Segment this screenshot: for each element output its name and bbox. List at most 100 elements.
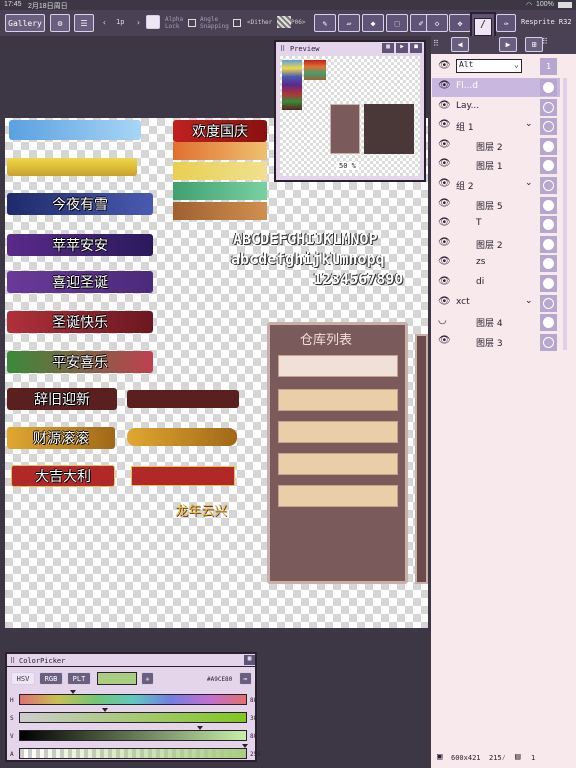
layer-thumbnail — [540, 275, 557, 292]
dither-pattern-icon — [277, 16, 291, 28]
onion-skin-icon[interactable] — [146, 15, 160, 29]
layer-row[interactable]: 👁 图层 5 — [432, 196, 560, 215]
layer-name: xct — [456, 296, 470, 307]
add-layer-icon[interactable]: ⊞ — [525, 37, 543, 52]
layer-thumbnail — [540, 137, 557, 155]
wifi-icon: ◠ — [526, 2, 533, 9]
chevron-down-icon[interactable]: ⌄ — [525, 296, 533, 306]
yellow-banner — [173, 162, 267, 180]
layer-prev-icon[interactable]: ◀ — [451, 37, 469, 52]
saturation-slider[interactable] — [19, 712, 247, 723]
chevron-down-icon[interactable]: ⌄ — [525, 119, 533, 129]
eraser-icon[interactable]: ▱ — [338, 14, 360, 32]
layer-row[interactable]: 👁 组 1 ⌄ — [432, 117, 560, 136]
layer-name: zs — [476, 257, 486, 268]
preview-grip-icon[interactable]: ⠿ — [280, 45, 285, 53]
layer-opacity[interactable]: 1 — [540, 58, 557, 75]
banner-luck: 大吉大利 — [11, 465, 115, 487]
preview-thumbnail — [280, 56, 420, 176]
hex-value[interactable]: #A9CE80 — [207, 676, 232, 683]
eye-icon[interactable]: 👁 — [438, 217, 451, 228]
tab-rgb[interactable]: RGB — [39, 672, 63, 685]
preview-close-icon[interactable]: ■ — [410, 43, 422, 53]
frame-prev-icon[interactable]: ‹ — [102, 18, 107, 27]
layer-row[interactable]: 👁 图层 1 — [432, 156, 560, 175]
adjust-sliders-icon[interactable]: ☰ — [74, 14, 94, 32]
hue-slider[interactable] — [19, 694, 247, 705]
colorpicker-grid-icon[interactable]: ▦ — [244, 655, 255, 665]
value-slider[interactable] — [19, 730, 247, 741]
dither-next[interactable]: P06> — [291, 19, 305, 26]
tab-plt[interactable]: PLT — [67, 672, 91, 685]
chevron-down-icon[interactable]: ⌄ — [514, 60, 519, 69]
preview-zoom[interactable]: 50 % — [336, 162, 359, 170]
preview-grid-icon[interactable]: ▦ — [382, 43, 394, 53]
layers-menu-grip-icon[interactable]: ⠿ — [542, 37, 548, 46]
alpha-lock-checkbox[interactable] — [188, 19, 196, 27]
pencil-icon[interactable]: ✎ — [314, 14, 336, 32]
tab-hsv[interactable]: HSV — [11, 672, 35, 685]
banner-pingan: 苹苹安安 — [7, 234, 153, 256]
layers-grip-icon[interactable]: ⠿ — [433, 39, 439, 48]
frame-next-icon[interactable]: › — [136, 18, 141, 27]
eye-icon[interactable]: 👁 — [438, 178, 451, 189]
eye-icon[interactable]: 👁 — [438, 100, 451, 111]
slider-marker[interactable] — [70, 690, 77, 694]
warehouse-slot — [278, 453, 398, 475]
layer-row[interactable]: 👁 Fl...d — [432, 78, 560, 97]
eye-closed-icon[interactable]: ◡ — [438, 315, 447, 326]
layers-scrollbar[interactable] — [563, 78, 567, 350]
eye-icon[interactable]: 👁 — [438, 335, 451, 346]
layer-row[interactable]: 👁 di — [432, 274, 560, 293]
dark-red-banner — [127, 390, 239, 408]
chevron-down-icon[interactable]: ⌄ — [525, 178, 533, 188]
color-add-icon[interactable]: ✳ — [141, 672, 154, 685]
fill-icon[interactable]: ◆ — [362, 14, 384, 32]
slider-value-s: 38 — [250, 715, 258, 722]
eye-icon[interactable]: 👁 — [438, 276, 451, 287]
layer-next-icon[interactable]: ▶ — [499, 37, 517, 52]
layer-row[interactable]: 👁 T — [432, 215, 560, 234]
bucket-icon[interactable]: ◇ — [426, 14, 448, 32]
eye-icon[interactable]: 👁 — [438, 60, 451, 71]
layer-thumbnail — [540, 98, 557, 116]
layer-row[interactable]: 👁 组 2 ⌄ — [432, 176, 560, 195]
layer-row[interactable]: 👁 图层 2 — [432, 235, 560, 254]
blend-mode-select[interactable]: Alt — [456, 59, 522, 73]
eye-icon[interactable]: 👁 — [438, 296, 451, 307]
eye-icon[interactable]: 👁 — [438, 139, 451, 150]
angle-snapping-checkbox[interactable] — [233, 19, 241, 27]
slider-marker[interactable] — [242, 744, 248, 748]
eyedropper-picker-icon[interactable]: ✑ — [239, 672, 252, 685]
layer-row[interactable]: 👁 zs — [432, 254, 560, 273]
select-rect-icon[interactable]: ⬚ — [386, 14, 408, 32]
eyedropper-icon[interactable]: ✑ — [496, 14, 516, 32]
gold-banner — [7, 158, 137, 176]
layer-row[interactable]: ◡ 图层 4 — [432, 313, 560, 332]
layer-row[interactable]: 👁 Lay... — [432, 98, 560, 117]
settings-gear-icon[interactable]: ⚙ — [50, 14, 70, 32]
layer-name: 组 2 — [456, 182, 474, 192]
slider-marker[interactable] — [196, 726, 203, 730]
layer-row[interactable]: 👁 xct ⌄ — [432, 294, 560, 313]
eye-icon[interactable]: 👁 — [438, 158, 451, 169]
slider-value-a: 255 — [250, 751, 261, 758]
eye-icon[interactable]: 👁 — [438, 256, 451, 267]
alpha-slider[interactable] — [19, 748, 247, 759]
colorpicker-grip-icon[interactable]: ⠿ — [10, 657, 15, 665]
eye-icon[interactable]: 👁 — [438, 198, 451, 209]
eye-icon[interactable]: 👁 — [438, 80, 451, 91]
current-color-swatch[interactable] — [97, 672, 137, 685]
eye-icon[interactable]: 👁 — [438, 119, 451, 130]
line-icon[interactable]: / — [474, 18, 492, 36]
slider-marker[interactable] — [101, 708, 108, 712]
preview-play-icon[interactable]: ▶ — [396, 43, 408, 53]
layer-row[interactable]: 👁 图层 3 — [432, 333, 560, 352]
move-icon[interactable]: ✥ — [449, 14, 471, 32]
drawing-canvas[interactable]: 今夜有雪 苹苹安安 喜迎圣诞 圣诞快乐 平安喜乐 辞旧迎新 财源滚滚 大吉大利 … — [5, 118, 428, 628]
gallery-button[interactable]: Gallery — [5, 14, 45, 32]
eye-icon[interactable]: 👁 — [438, 237, 451, 248]
slider-label-v: V — [10, 733, 14, 740]
dither-prev[interactable]: <Dither — [247, 19, 272, 26]
layer-row[interactable]: 👁 图层 2 — [432, 137, 560, 156]
